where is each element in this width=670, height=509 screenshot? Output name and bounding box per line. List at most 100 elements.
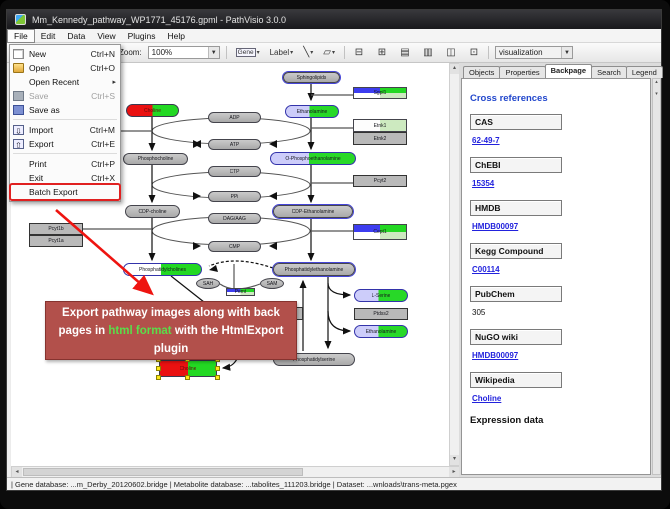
menubar-item[interactable]: Data — [61, 30, 91, 42]
alignment-button[interactable]: ◫ — [443, 45, 459, 60]
menu-item-label: Save as — [29, 105, 109, 115]
pathway-node[interactable]: Etnk1 — [353, 119, 407, 132]
panel-scrollbar[interactable]: ▴▾ — [652, 78, 661, 475]
reference-source-header: Wikipedia — [470, 372, 562, 388]
visualization-combobox[interactable]: visualization ▼ — [495, 46, 573, 59]
scroll-up-icon[interactable]: ▴ — [450, 64, 459, 74]
pathway-node[interactable]: Phosphocholine — [123, 153, 188, 165]
pathway-node[interactable]: DAG/AAG — [208, 213, 261, 224]
pathway-node-label: ADP — [229, 115, 239, 121]
file-menu-item[interactable]: Exit Ctrl+X — [11, 171, 119, 185]
pathway-node[interactable]: SAM — [260, 278, 284, 289]
menubar-item[interactable]: Help — [162, 30, 191, 42]
file-menu-item[interactable]: Import Ctrl+M — [11, 123, 119, 137]
pathway-node-label: PPi — [231, 194, 239, 200]
reference-id-link[interactable]: 62-49-7 — [472, 136, 500, 145]
reference-id-link[interactable]: 305 — [472, 308, 485, 317]
pathway-node[interactable]: ADP — [208, 112, 261, 123]
pathway-node[interactable]: Choline — [126, 104, 179, 117]
pathway-node[interactable]: Cept1 — [353, 224, 407, 240]
line-tool[interactable]: ╲ ▾ — [300, 45, 316, 60]
alignment-buttons: ⊟ ⊞ ▤ ▥ ◫ — [351, 45, 482, 60]
menu-item-shortcut: Ctrl+E — [91, 139, 115, 149]
pathway-node[interactable]: CDP-Ethanolamine — [273, 205, 353, 218]
pathway-node[interactable]: Pcyt1a — [29, 235, 83, 247]
chevron-down-icon[interactable]: ▾ — [257, 49, 260, 56]
alignment-button[interactable]: ▤ — [397, 45, 413, 60]
chevron-down-icon[interactable]: ▼ — [561, 47, 572, 58]
pathway-node[interactable]: Ethanolamine — [285, 105, 339, 118]
chevron-down-icon[interactable]: ▾ — [310, 49, 313, 56]
pathway-node[interactable]: PPi — [208, 191, 261, 202]
pathway-node[interactable]: Sphingolipids — [283, 72, 340, 83]
label-tool[interactable]: Label ▾ — [267, 45, 297, 60]
scrollbar-thumb[interactable] — [23, 468, 303, 476]
desktop-frame: Mm_Kennedy_pathway_WP1771_45176.gpml - P… — [0, 0, 670, 509]
status-bar: | Gene database: ...m_Derby_20120602.bri… — [7, 477, 661, 490]
file-menu-item[interactable]: Print Ctrl+P — [11, 157, 119, 171]
scroll-down-icon[interactable]: ▾ — [450, 455, 459, 465]
side-panel-tab[interactable]: Legend — [626, 66, 663, 78]
title-bar[interactable]: Mm_Kennedy_pathway_WP1771_45176.gpml - P… — [7, 10, 661, 29]
reference-source-header: ChEBI — [470, 157, 562, 173]
alignment-button[interactable]: ⊡ — [466, 45, 482, 60]
file-menu-item[interactable]: Save Ctrl+S — [11, 89, 119, 103]
chevron-down-icon[interactable]: ▼ — [208, 47, 219, 58]
alignment-icon: ◫ — [446, 48, 455, 58]
side-panel-tab[interactable]: Objects — [463, 66, 500, 78]
pathway-node[interactable]: O-Phosphoethanolamine — [270, 152, 356, 165]
file-menu-item[interactable]: Save as — [11, 103, 119, 117]
pathway-node[interactable]: Phosphatidylcholines — [123, 263, 202, 276]
menubar-item[interactable]: Plugins — [122, 30, 162, 42]
zoom-combobox[interactable]: 100% ▼ — [148, 46, 220, 59]
pathway-node[interactable]: CDP-choline — [125, 205, 180, 218]
pathway-node[interactable]: Sgpl1 — [353, 87, 407, 99]
file-menu-item[interactable]: Export Ctrl+E — [11, 137, 119, 151]
side-panel-tab[interactable]: Backpage — [545, 64, 592, 78]
reference-id-link[interactable]: C00114 — [472, 265, 500, 274]
pathway-node[interactable]: CMP — [208, 241, 261, 252]
pathway-node[interactable]: CTP — [208, 166, 261, 177]
file-menu-popup: New Ctrl+N Open Ctrl+O Open Recent — [9, 44, 121, 202]
scroll-right-icon[interactable]: ▸ — [449, 467, 459, 477]
file-menu-item[interactable]: Open Ctrl+O — [11, 61, 119, 75]
alignment-button[interactable]: ⊟ — [351, 45, 367, 60]
shape-tool-icon: ▱ — [323, 48, 331, 58]
zoom-value: 100% — [152, 48, 172, 57]
file-menu-item[interactable]: Batch Export — [11, 185, 119, 199]
pathway-node[interactable]: Pcyt2 — [353, 175, 407, 187]
pathway-node[interactable]: Ethanolamine — [354, 325, 408, 338]
pathway-node[interactable]: Pcyt1b — [29, 223, 83, 235]
pathway-node[interactable]: ATP — [208, 139, 261, 150]
shape-tool[interactable]: ▱ ▾ — [320, 45, 338, 60]
menubar-item[interactable]: View — [91, 30, 121, 42]
cross-reference-list: CAS 62-49-7 ChEBI 15354 HMDB HMDB00097 — [470, 114, 642, 406]
pathway-node-label: Pcyt1b — [48, 226, 63, 232]
gene-datanode-tool[interactable]: Gene ▾ — [233, 45, 263, 60]
chevron-down-icon[interactable]: ▾ — [290, 49, 293, 56]
tab-label: Objects — [469, 68, 494, 77]
alignment-button[interactable]: ▥ — [420, 45, 436, 60]
pathway-node[interactable]: Ptdss2 — [354, 308, 408, 320]
pathway-node-label: Phosphatidylserine — [293, 357, 335, 363]
side-panel-tab[interactable]: Properties — [499, 66, 545, 78]
reference-id-link[interactable]: HMDB00097 — [472, 351, 518, 360]
pathway-node[interactable]: Choline — [159, 360, 217, 377]
menubar-item[interactable]: Edit — [35, 30, 62, 42]
reference-id-link[interactable]: 15354 — [472, 179, 494, 188]
pathway-node[interactable]: Etnk2 — [353, 132, 407, 145]
pathway-node[interactable]: Pemt — [226, 288, 255, 296]
alignment-icon: ▥ — [423, 48, 432, 58]
pathway-node[interactable]: SAH — [196, 278, 220, 289]
alignment-button[interactable]: ⊞ — [374, 45, 390, 60]
scroll-left-icon[interactable]: ◂ — [12, 467, 22, 477]
pathway-node[interactable]: L-Serine — [354, 289, 408, 302]
reference-id-link[interactable]: HMDB00097 — [472, 222, 518, 231]
chevron-down-icon[interactable]: ▾ — [332, 49, 335, 56]
side-panel-tab[interactable]: Search — [591, 66, 627, 78]
pathway-node[interactable]: Phosphatidylethanolamine — [273, 263, 355, 276]
file-menu-item[interactable]: New Ctrl+N — [11, 47, 119, 61]
menubar-item[interactable]: File — [7, 29, 35, 43]
file-menu-item[interactable]: Open Recent — [11, 75, 119, 89]
reference-id-link[interactable]: Choline — [472, 394, 501, 403]
